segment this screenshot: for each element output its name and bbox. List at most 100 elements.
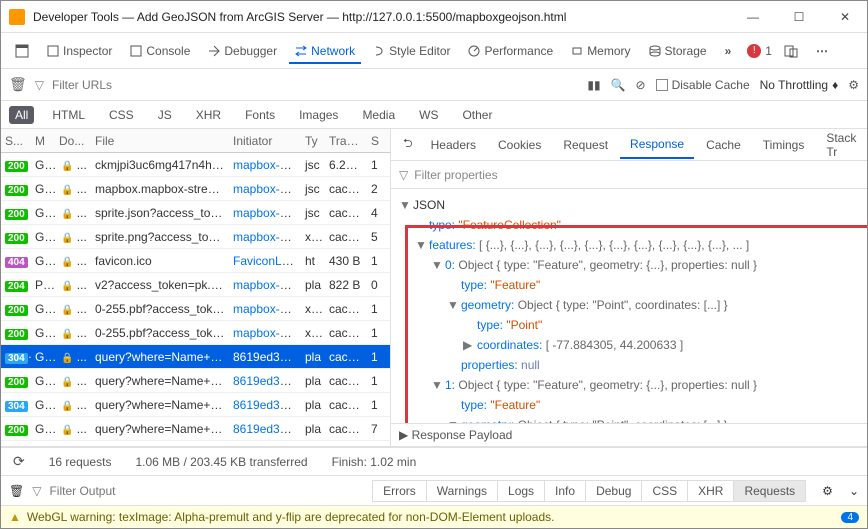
details-back-button[interactable]: ⮌ — [397, 130, 419, 159]
console-settings-button[interactable]: ⚙ — [822, 484, 833, 498]
col-method[interactable]: M — [31, 134, 55, 148]
status-finish: Finish: 1.02 min — [332, 455, 417, 469]
close-button[interactable]: ✕ — [831, 7, 859, 27]
col-domain[interactable]: Do... — [55, 134, 91, 148]
table-row[interactable]: 200GE🔒 ...ckmjpi3uc6mg417n4haddnmapbox-g… — [1, 153, 390, 177]
table-row[interactable]: 200GE🔒 ...0-255.pbf?access_token=pmapbox… — [1, 321, 390, 345]
type-xhr[interactable]: XHR — [190, 106, 227, 124]
tab-inspector[interactable]: Inspector — [41, 40, 118, 62]
type-ws[interactable]: WS — [413, 106, 444, 124]
col-file[interactable]: File — [91, 134, 229, 148]
tab-network[interactable]: Network — [289, 40, 361, 64]
reload-button[interactable]: ⟳ — [13, 453, 25, 470]
tab-console[interactable]: Console — [124, 40, 196, 62]
type-media[interactable]: Media — [356, 106, 401, 124]
tree-node[interactable]: type: "Feature" — [399, 275, 859, 295]
tab-xhr[interactable]: XHR — [687, 480, 734, 502]
minimize-button[interactable]: — — [739, 7, 767, 27]
subtab-response[interactable]: Response — [620, 131, 694, 159]
tab-css[interactable]: CSS — [641, 480, 688, 502]
console-filter-input[interactable] — [49, 484, 204, 498]
error-dot-icon: ! — [747, 44, 761, 58]
col-size[interactable]: S — [367, 134, 387, 148]
tab-debug[interactable]: Debug — [585, 480, 642, 502]
subtab-cache[interactable]: Cache — [696, 132, 751, 158]
table-row[interactable]: 200GE🔒 ...sprite.json?access_token=pmapb… — [1, 201, 390, 225]
block-button[interactable]: ⊘ — [636, 78, 646, 92]
tab-warnings[interactable]: Warnings — [426, 480, 498, 502]
tab-requests[interactable]: Requests — [733, 480, 806, 502]
type-other[interactable]: Other — [456, 106, 498, 124]
tab-errors[interactable]: Errors — [372, 480, 427, 502]
throttling-select[interactable]: No Throttling♦ — [760, 78, 839, 92]
filter-properties[interactable]: ▽ Filter properties — [391, 161, 867, 189]
tab-logs[interactable]: Logs — [497, 480, 545, 502]
subtab-timings[interactable]: Timings — [753, 132, 815, 158]
table-row[interactable]: 200GE🔒 ...mapbox.mapbox-streets-v8mapbox… — [1, 177, 390, 201]
filter-icon: ▽ — [399, 168, 408, 182]
col-type[interactable]: Ty — [301, 134, 325, 148]
subtab-request[interactable]: Request — [553, 132, 618, 158]
request-type-filter: All HTML CSS JS XHR Fonts Images Media W… — [1, 101, 867, 129]
tabs-overflow-button[interactable]: » — [719, 40, 738, 62]
console-close-button[interactable]: ⌄ — [849, 484, 859, 498]
type-all[interactable]: All — [9, 106, 34, 124]
console-message[interactable]: ▲ WebGL warning: texImage: Alpha-premult… — [1, 506, 867, 528]
col-initiator[interactable]: Initiator — [229, 134, 301, 148]
console-clear-button[interactable]: 🗑 — [9, 484, 24, 498]
tab-memory[interactable]: Memory — [565, 40, 636, 62]
table-row[interactable]: 200GE🔒 ...query?where=Name+IS+N8619ed37-… — [1, 417, 390, 441]
subtab-stack[interactable]: Stack Tr — [816, 129, 866, 165]
subtab-cookies[interactable]: Cookies — [488, 132, 551, 158]
details-pane: ⮌ Headers Cookies Request Response Cache… — [391, 129, 867, 446]
type-html[interactable]: HTML — [46, 106, 91, 124]
tab-debugger[interactable]: Debugger — [202, 40, 283, 62]
subtab-headers[interactable]: Headers — [421, 132, 486, 158]
error-indicator[interactable]: !1 — [747, 44, 772, 58]
chevron-updown-icon: ♦ — [832, 78, 838, 92]
search-button[interactable]: 🔍 — [611, 78, 626, 92]
dock-button[interactable] — [9, 40, 35, 62]
type-js[interactable]: JS — [152, 106, 178, 124]
tab-info[interactable]: Info — [544, 480, 586, 502]
table-row[interactable]: 200GE🔒 ...query?where=Name+IS+N8619ed37-… — [1, 369, 390, 393]
network-filterbar: 🗑 ▽ ▮▮ 🔍 ⊘ Disable Cache No Throttling♦ … — [1, 69, 867, 101]
tab-styleeditor[interactable]: Style Editor — [367, 40, 456, 62]
tree-node[interactable]: type: "FeatureCollection" — [399, 215, 859, 235]
table-row[interactable]: 304GE🔒 ...query?where=Name+IS+N8619ed37-… — [1, 393, 390, 417]
response-payload-toggle[interactable]: ▶ Response Payload — [391, 423, 867, 446]
pause-button[interactable]: ▮▮ — [587, 78, 600, 92]
menu-button[interactable]: ⋯ — [810, 40, 834, 62]
col-status[interactable]: S... — [1, 134, 31, 148]
tree-node[interactable]: ▶coordinates: [ -77.884305, 44.200633 ] — [399, 335, 859, 355]
tree-node[interactable]: ▼geometry: Object { type: "Point", coord… — [399, 295, 859, 315]
window-title: Developer Tools — Add GeoJSON from ArcGI… — [33, 10, 739, 24]
tree-node[interactable]: ▼features: [ {...}, {...}, {...}, {...},… — [399, 235, 859, 255]
tab-storage[interactable]: Storage — [643, 40, 713, 62]
tab-performance[interactable]: Performance — [462, 40, 559, 62]
tree-node[interactable]: ▼0: Object { type: "Feature", geometry: … — [399, 255, 859, 275]
responsive-button[interactable] — [778, 40, 804, 62]
table-row[interactable]: 200GE🔒 ...sprite.png?access_token=pmapbo… — [1, 225, 390, 249]
table-row[interactable]: 200GE🔒 ...0-255.pbf?access_token=pmapbox… — [1, 297, 390, 321]
tree-node[interactable]: properties: null — [399, 355, 859, 375]
settings-button[interactable]: ⚙ — [848, 78, 859, 92]
type-css[interactable]: CSS — [103, 106, 140, 124]
disable-cache-toggle[interactable]: Disable Cache — [656, 78, 750, 92]
table-row[interactable]: 204PC🔒 ...v2?access_token=pk.eyJ1Ijmapbo… — [1, 273, 390, 297]
type-images[interactable]: Images — [293, 106, 344, 124]
tree-node[interactable]: ▼1: Object { type: "Feature", geometry: … — [399, 375, 859, 395]
col-trans[interactable]: Tran... — [325, 134, 367, 148]
maximize-button[interactable]: ☐ — [785, 7, 813, 27]
table-row[interactable]: 404GE🔒 ...favicon.icoFaviconLoa...ht430 … — [1, 249, 390, 273]
filter-urls-input[interactable] — [52, 78, 579, 92]
tree-node[interactable]: type: "Point" — [399, 315, 859, 335]
tree-node[interactable]: type: "Feature" — [399, 395, 859, 415]
tree-node[interactable]: ▼geometry: Object { type: "Point", coord… — [399, 415, 859, 423]
table-row[interactable]: 304GE🔒 ...query?where=Name+IS+N8619ed37-… — [1, 345, 390, 369]
type-fonts[interactable]: Fonts — [239, 106, 281, 124]
filter-icon: ▽ — [32, 484, 41, 498]
clear-button[interactable]: 🗑 — [9, 76, 27, 93]
tree-node[interactable]: ▼JSON — [399, 195, 859, 215]
tools-toolbar: Inspector Console Debugger Network Style… — [1, 33, 867, 69]
